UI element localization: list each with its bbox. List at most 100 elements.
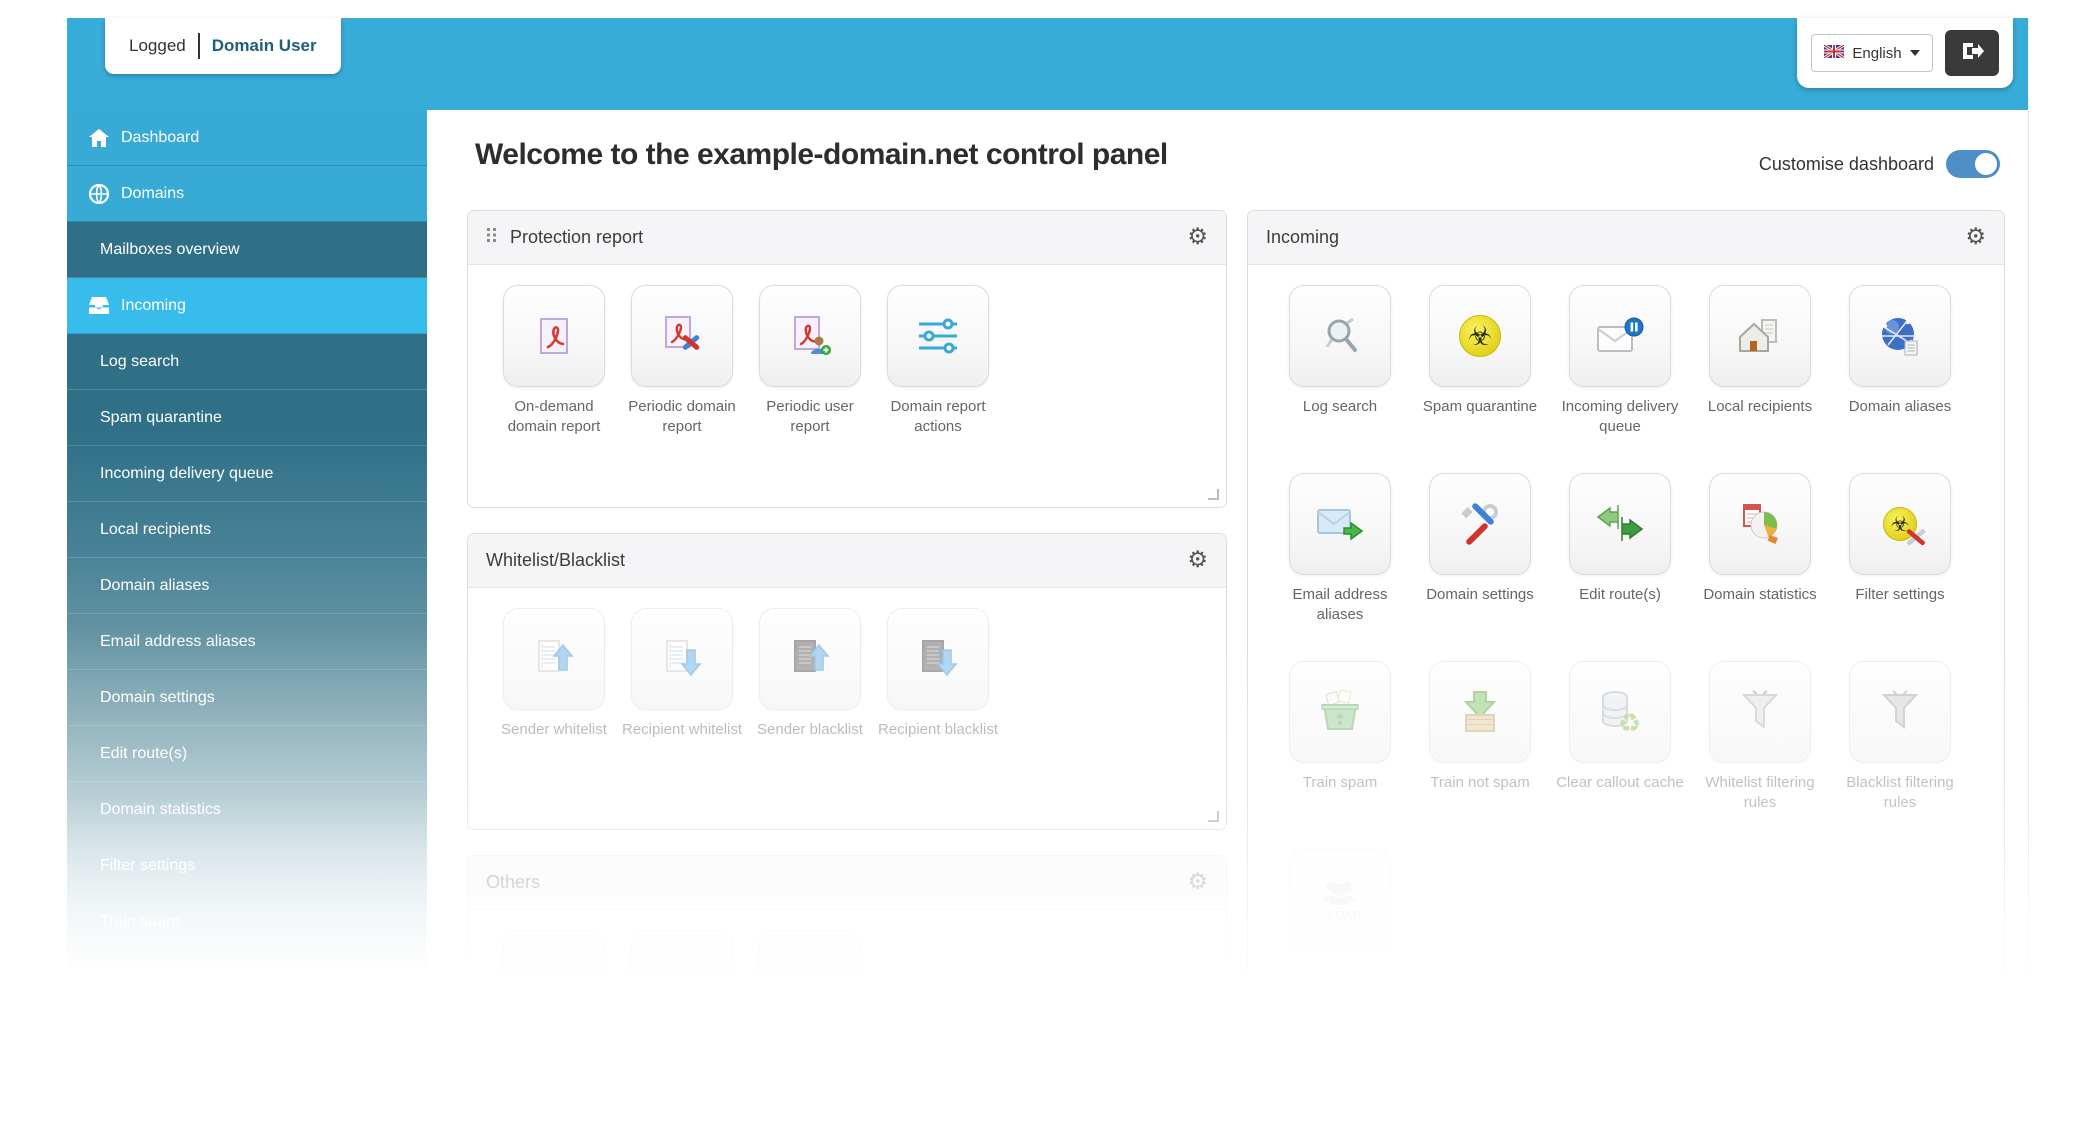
shortcut-recipient-whitelist[interactable]: Recipient whitelist	[618, 608, 746, 760]
sidebar-item-domains[interactable]: Domains	[67, 166, 427, 222]
shortcut-recipient-blacklist[interactable]: Recipient blacklist	[874, 608, 1002, 760]
shortcut-label: Edit route(s)	[1579, 585, 1661, 625]
recycle-bin-icon	[1289, 661, 1391, 763]
shortcut-label: Domain aliases	[1849, 397, 1952, 437]
sidebar-item-label: Domain settings	[100, 689, 215, 707]
gear-icon[interactable]: ⚙	[1965, 226, 1986, 249]
globe-doc-icon	[1849, 285, 1951, 387]
sidebar-item-dashboard[interactable]: Dashboard	[67, 110, 427, 166]
panel-incoming-header: Incoming ⚙	[1248, 211, 2004, 265]
shortcut-label: Periodic user report	[746, 397, 874, 437]
sidebar-item-spam-quarantine[interactable]: Spam quarantine	[67, 390, 427, 446]
shortcut-edit-routes[interactable]: Edit route(s)	[1550, 473, 1690, 625]
sidebar-item-incoming[interactable]: Incoming	[67, 278, 427, 334]
svg-text:♻: ♻	[1618, 709, 1641, 735]
toggle-knob	[1975, 153, 1997, 175]
badge-separator	[198, 33, 200, 59]
panel-resize-handle[interactable]	[1208, 489, 1219, 500]
shortcut-clear-callout-cache[interactable]: ♻ Clear callout cache	[1550, 661, 1690, 813]
shortcut-sender-blacklist[interactable]: Sender blacklist	[746, 608, 874, 760]
panel-title: Others	[486, 872, 540, 893]
shortcut-incoming-delivery-queue[interactable]: Incoming delivery queue	[1550, 285, 1690, 437]
list-page-down-icon	[631, 608, 733, 710]
shortcut-train-not-spam[interactable]: Train not spam	[1410, 661, 1550, 813]
sidebar-item-label: Spam quarantine	[100, 409, 222, 427]
shortcut-blacklist-filtering-rules[interactable]: Blacklist filtering rules	[1830, 661, 1970, 813]
content-right-border	[2028, 110, 2029, 980]
other-icon	[631, 930, 733, 1032]
shortcut-label: Incoming delivery queue	[1550, 397, 1690, 437]
shortcut-domain-report-actions[interactable]: Domain report actions	[874, 285, 1002, 437]
sidebar-item-log-search[interactable]: Log search	[67, 334, 427, 390]
shortcut-label: Train not spam	[1430, 773, 1530, 813]
other-icon	[759, 930, 861, 1032]
shortcut-on-demand-domain-report[interactable]: On-demand domain report	[490, 285, 618, 437]
database-refresh-icon: ♻	[1569, 661, 1671, 763]
dark-page-up-icon	[759, 608, 861, 710]
shortcut-log-search[interactable]: Log search	[1270, 285, 1410, 437]
shortcut-other-3[interactable]	[746, 930, 874, 1032]
sidebar-item-train-spam[interactable]: Train spam	[67, 894, 427, 950]
dark-page-down-icon	[887, 608, 989, 710]
sidebar-item-label: Incoming	[121, 297, 186, 315]
sidebar-item-label: Domain statistics	[100, 801, 221, 819]
sidebar-item-domain-statistics[interactable]: Domain statistics	[67, 782, 427, 838]
customise-dashboard-toggle[interactable]	[1946, 150, 2000, 178]
sidebar-item-filter-settings[interactable]: Filter settings	[67, 838, 427, 894]
sidebar-item-domain-aliases[interactable]: Domain aliases	[67, 558, 427, 614]
gear-icon[interactable]: ⚙	[1187, 549, 1208, 572]
shortcut-label: Domain statistics	[1703, 585, 1816, 625]
shortcut-other-1[interactable]	[490, 930, 618, 1032]
logout-button[interactable]	[1945, 30, 1999, 76]
mail-pause-icon	[1569, 285, 1671, 387]
sidebar-item-email-address-aliases[interactable]: Email address aliases	[67, 614, 427, 670]
sliders-icon	[887, 285, 989, 387]
shortcut-domain-statistics[interactable]: Domain statistics	[1690, 473, 1830, 625]
sidebar-item-label: Domain aliases	[100, 577, 209, 595]
gear-icon[interactable]: ⚙	[1187, 226, 1208, 249]
tools-icon	[1429, 473, 1531, 575]
control-panel-page: Logged Domain User English Dashboard Dom…	[0, 0, 2095, 1130]
language-select[interactable]: English	[1811, 34, 1932, 72]
shortcut-domain-settings[interactable]: Domain settings	[1410, 473, 1550, 625]
panel-resize-handle[interactable]	[1208, 811, 1219, 822]
sidebar-item-domain-settings[interactable]: Domain settings	[67, 670, 427, 726]
drag-handle-icon[interactable]	[486, 227, 498, 248]
sidebar-item-label: Mailboxes overview	[100, 241, 240, 259]
shortcut-label: Domain report actions	[874, 397, 1002, 437]
panel-others-header: Others ⚙	[468, 856, 1226, 910]
shortcut-periodic-domain-report[interactable]: Periodic domain report	[618, 285, 746, 437]
shortcut-local-recipients[interactable]: Local recipients	[1690, 285, 1830, 437]
search-icon	[1289, 285, 1391, 387]
sidebar-item-label: Edit route(s)	[100, 745, 187, 763]
shortcut-label: Sender blacklist	[757, 720, 863, 760]
shortcut-email-address-aliases[interactable]: Email address aliases	[1270, 473, 1410, 625]
sidebar-item-mailboxes-overview[interactable]: Mailboxes overview	[67, 222, 427, 278]
shortcut-spam-quarantine[interactable]: ☣ Spam quarantine	[1410, 285, 1550, 437]
shortcut-filter-settings[interactable]: ☣ Filter settings	[1830, 473, 1970, 625]
shortcut-other-2[interactable]	[618, 930, 746, 1032]
sidebar-item-edit-routes[interactable]: Edit route(s)	[67, 726, 427, 782]
incoming-row-4: LDAP	[1248, 849, 2004, 951]
sidebar-item-label: Email address aliases	[100, 633, 256, 651]
other-icon	[503, 930, 605, 1032]
funnel-icon	[1849, 661, 1951, 763]
shortcut-train-spam[interactable]: Train spam	[1270, 661, 1410, 813]
mail-forward-icon	[1289, 473, 1391, 575]
shortcut-periodic-user-report[interactable]: Periodic user report	[746, 285, 874, 437]
sidebar-item-incoming-delivery-queue[interactable]: Incoming delivery queue	[67, 446, 427, 502]
shortcut-domain-aliases[interactable]: Domain aliases	[1830, 285, 1970, 437]
gear-icon[interactable]: ⚙	[1187, 871, 1208, 894]
shortcut-label: Recipient blacklist	[878, 720, 998, 760]
language-label: English	[1852, 45, 1901, 62]
shortcut-ldap[interactable]: LDAP	[1270, 849, 1410, 951]
sidebar-item-local-recipients[interactable]: Local recipients	[67, 502, 427, 558]
panel-incoming: Incoming ⚙ Log search ☣ Spam quarantine	[1247, 210, 2005, 992]
funnel-icon	[1709, 661, 1811, 763]
shortcut-label: Sender whitelist	[501, 720, 607, 760]
shortcut-whitelist-filtering-rules[interactable]: Whitelist filtering rules	[1690, 661, 1830, 813]
sidebar-item-label: Train spam	[100, 913, 179, 931]
sidebar-nav: Dashboard Domains Mailboxes overview Inc…	[67, 110, 427, 970]
shortcut-sender-whitelist[interactable]: Sender whitelist	[490, 608, 618, 760]
whitelist-items: Sender whitelist Recipient whitelist Sen…	[468, 588, 1226, 760]
